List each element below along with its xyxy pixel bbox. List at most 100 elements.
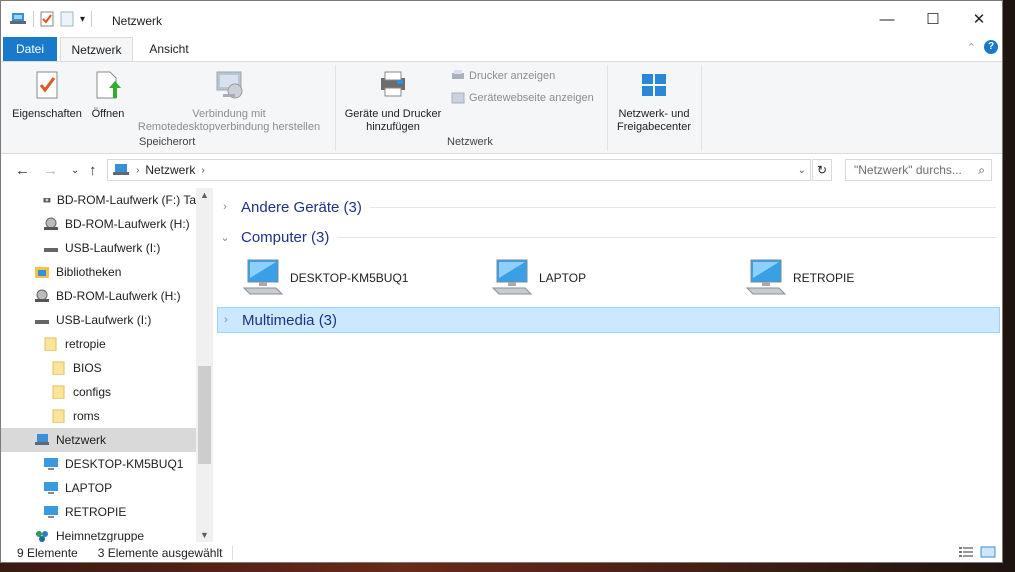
printer-small-icon [452,70,464,79]
nav-item-usb-i[interactable]: USB-Laufwerk (I:) [1,236,196,260]
forward-arrow-icon[interactable]: → [43,162,58,179]
breadcrumb-separator-icon[interactable]: › [136,165,139,176]
computer-icon [44,458,58,470]
maximize-button[interactable]: ☐ [910,1,956,37]
nav-item-bios[interactable]: BIOS [1,356,196,380]
scroll-up-icon[interactable]: ▲ [196,190,213,200]
nav-label: LAPTOP [65,481,113,495]
nav-label: BD-ROM-Laufwerk (F:) Ta [56,193,196,207]
group-computer[interactable]: ⌄ Computer (3) [217,224,1000,250]
nav-scrollbar[interactable]: ▲ ▼ [196,188,213,542]
group-speicherort-label: Speicherort [139,136,196,148]
geraete-drucker-button[interactable]: Geräte und Drucker hinzufügen [339,70,447,134]
item-count: 9 Elemente [17,546,78,560]
nav-item-bd-rom-h[interactable]: BD-ROM-Laufwerk (H:) [1,212,196,236]
eigenschaften-label: Eigenschaften [12,108,82,120]
chevron-right-icon[interactable]: › [217,201,233,213]
nav-item-retropie-folder[interactable]: retropie [1,332,196,356]
nav-item-retropie[interactable]: RETROPIE [1,500,196,524]
eigenschaften-button[interactable]: Eigenschaften [9,70,85,121]
address-row: ← → ⌄ ↑ › Netzwerk › ⌄ ↻ "Netzwerk" durc… [1,154,1002,188]
nav-item-bibliotheken[interactable]: Bibliotheken [1,260,196,284]
computer-label: LAPTOP [539,271,587,285]
navigation-pane: BD-ROM-Laufwerk (F:) Ta BD-ROM-Laufwerk … [1,188,213,542]
freigabecenter-button[interactable]: Netzwerk- und Freigabecenter [611,72,697,134]
drucker-anzeigen-button[interactable]: Drucker anzeigen [451,70,555,82]
recent-locations-chevron-icon[interactable]: ⌄ [71,165,79,176]
group-label: Multimedia (3) [242,311,338,329]
nav-label: retropie [65,337,106,351]
nav-item-laptop[interactable]: LAPTOP [1,476,196,500]
computer-item-desktop[interactable]: DESKTOP-KM5BUQ1 [242,258,408,298]
tab-netzwerk[interactable]: Netzwerk [60,37,133,61]
search-input[interactable]: "Netzwerk" durchs... ⌕ [845,159,992,181]
network-sharing-center-icon [642,74,666,96]
nav-item-configs[interactable]: configs [1,380,196,404]
bd-drive-icon [43,198,51,203]
tab-ansicht[interactable]: Ansicht [137,37,201,61]
computer-icon [242,259,284,295]
help-icon[interactable]: ? [984,40,998,54]
nav-label: Netzwerk [56,433,107,447]
scroll-down-icon[interactable]: ▼ [196,530,213,540]
nav-item-netzwerk[interactable]: Netzwerk [1,428,196,452]
computer-label: RETROPIE [793,271,855,285]
nav-item-bd-rom-f[interactable]: BD-ROM-Laufwerk (F:) Ta [1,188,196,212]
details-view-icon[interactable] [958,546,974,558]
computer-item-laptop[interactable]: LAPTOP [491,258,586,298]
chevron-down-icon[interactable]: ⌄ [217,231,233,244]
webpage-small-icon [451,92,465,104]
usb-drive-icon [44,248,58,252]
oeffnen-button[interactable]: Öffnen [87,70,129,121]
remote-label-1: Verbindung mit [192,108,266,120]
nav-label: USB-Laufwerk (I:) [65,241,161,255]
properties-qat-icon[interactable] [40,11,54,27]
nav-item-usb-i-2[interactable]: USB-Laufwerk (I:) [1,308,196,332]
scrollbar-thumb[interactable] [198,366,211,464]
tab-datei[interactable]: Datei [3,37,57,61]
group-netzwerk-label: Netzwerk [447,136,493,148]
group-label: Computer (3) [241,228,330,246]
back-arrow-icon[interactable]: ← [15,162,30,179]
window-title: Netzwerk [112,14,163,28]
nav-item-desktop[interactable]: DESKTOP-KM5BUQ1 [1,452,196,476]
breadcrumb-separator-icon[interactable]: › [201,165,204,176]
remote-label-2: Remotedesktopverbindung herstellen [137,121,321,133]
libraries-icon [35,267,49,278]
title-bar: ▾ Netzwerk — ☐ ✕ [1,1,1002,37]
computer-item-retropie[interactable]: RETROPIE [745,258,854,298]
qat-dropdown-icon[interactable]: ▾ [80,14,85,25]
nav-item-bd-rom-h-2[interactable]: BD-ROM-Laufwerk (H:) [1,284,196,308]
homegroup-icon [36,531,48,542]
minimize-button[interactable]: — [864,1,910,37]
collapse-ribbon-icon[interactable]: ⌃ [967,41,976,54]
search-icon[interactable]: ⌕ [978,163,985,178]
geraetewebseite-button[interactable]: Gerätewebseite anzeigen [451,92,594,104]
remotedesktop-button[interactable]: Verbindung mit Remotedesktopverbindung h… [129,70,329,134]
group-multimedia[interactable]: › Multimedia (3) [217,307,1000,333]
search-placeholder: "Netzwerk" durchs... [854,163,962,177]
devices-printers-icon [381,71,405,97]
network-app-icon [10,13,26,24]
network-icon [35,434,49,445]
up-arrow-icon[interactable]: ↑ [89,162,97,179]
ribbon-separator [701,65,702,151]
address-dropdown-icon[interactable]: ⌄ [798,165,806,176]
refresh-icon[interactable]: ↻ [812,159,832,181]
center-label-2: Freigabecenter [617,121,691,133]
new-folder-qat-icon[interactable] [60,11,74,27]
nav-label: BD-ROM-Laufwerk (H:) [56,289,181,303]
group-andere-geraete[interactable]: › Andere Geräte (3) [217,194,1000,220]
status-bar: 9 Elemente 3 Elemente ausgewählt [1,542,1002,562]
breadcrumb-netzwerk[interactable]: Netzwerk [145,163,195,177]
nav-item-heimnetzgruppe[interactable]: Heimnetzgruppe [1,524,196,542]
nav-item-roms[interactable]: roms [1,404,196,428]
drucker-label: Drucker anzeigen [469,70,556,82]
address-bar[interactable]: › Netzwerk › ⌄ [107,159,811,181]
close-button[interactable]: ✕ [956,1,1002,37]
properties-icon [36,71,58,99]
geraetewebseite-label: Gerätewebseite anzeigen [469,92,594,104]
chevron-right-icon[interactable]: › [218,314,234,326]
large-icons-view-icon[interactable] [980,546,996,558]
ribbon-separator [335,65,336,151]
